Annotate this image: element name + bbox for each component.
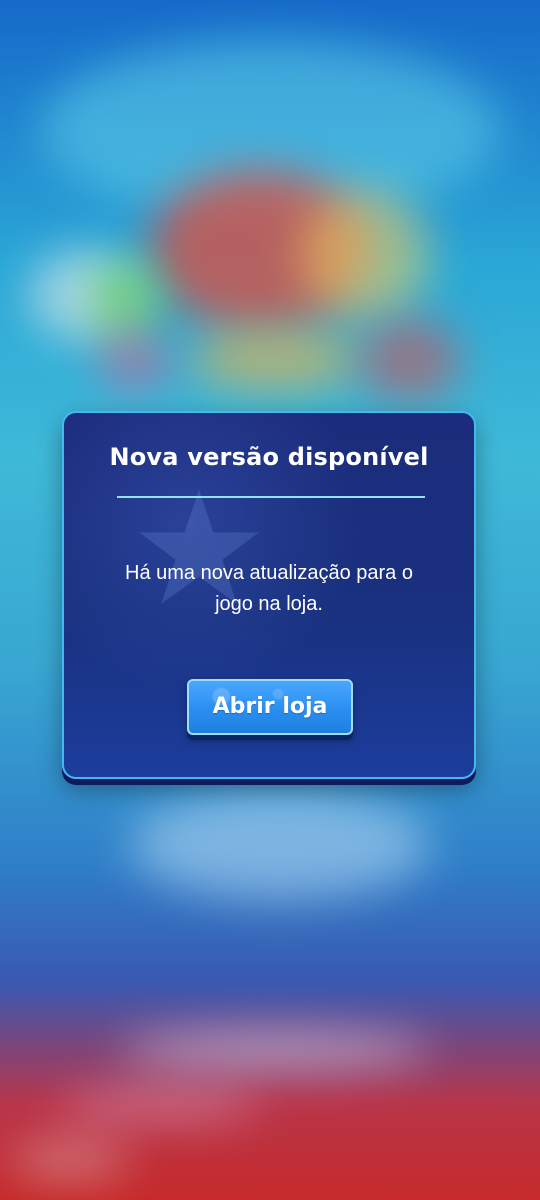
update-dialog: Nova versão disponível Há uma nova atual… [62, 411, 476, 779]
open-store-button[interactable]: Abrir loja [187, 679, 353, 735]
title-divider [117, 496, 425, 498]
dialog-message: Há uma nova atualização para o jogo na l… [125, 562, 413, 615]
dialog-title: Nova versão disponível [109, 443, 429, 471]
